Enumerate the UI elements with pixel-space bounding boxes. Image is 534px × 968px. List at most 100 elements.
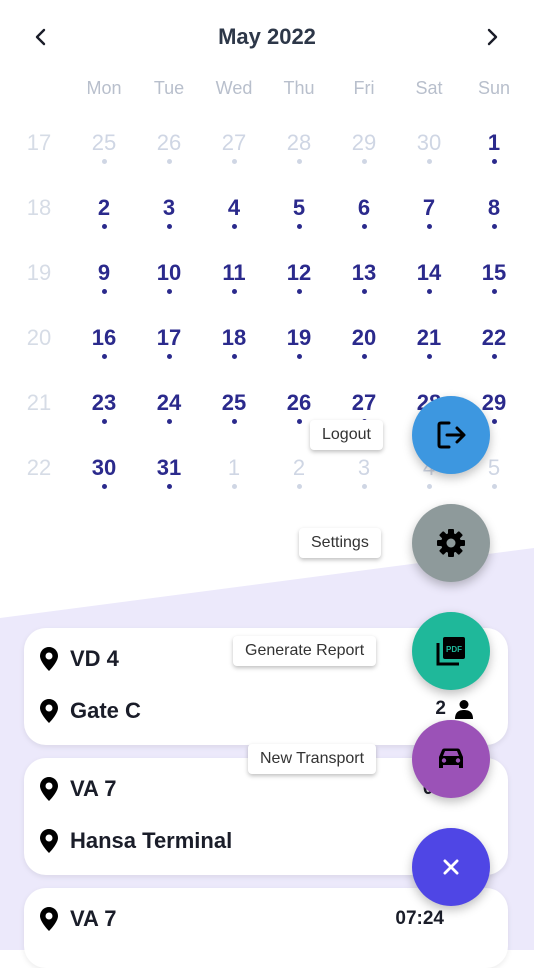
event-dot — [101, 354, 107, 359]
calendar-day[interactable]: 30 — [74, 455, 134, 505]
calendar-day[interactable]: 1 — [464, 130, 524, 180]
event-dot — [166, 224, 172, 229]
calendar-day[interactable]: 9 — [74, 260, 134, 310]
calendar-day[interactable]: 21 — [399, 325, 459, 375]
calendar-day[interactable]: 16 — [74, 325, 134, 375]
calendar-day[interactable]: 18 — [204, 325, 264, 375]
calendar-day[interactable]: 19 — [269, 325, 329, 375]
calendar-day[interactable]: 25 — [204, 390, 264, 440]
weekday-label: Fri — [353, 78, 375, 98]
calendar-day[interactable]: 22 — [464, 325, 524, 375]
day-number: 7 — [422, 195, 436, 220]
destination-row: Gate C — [40, 698, 141, 724]
week-number: 18 — [9, 195, 69, 245]
calendar-day[interactable]: 31 — [139, 455, 199, 505]
day-number: 30 — [416, 130, 442, 155]
svg-text:PDF: PDF — [446, 645, 462, 654]
event-dot — [426, 159, 432, 164]
calendar-day[interactable]: 26 — [139, 130, 199, 180]
calendar-day[interactable]: 14 — [399, 260, 459, 310]
week-number: 20 — [9, 325, 69, 375]
calendar-day[interactable]: 2 — [269, 455, 329, 505]
day-number: 18 — [221, 325, 247, 350]
gear-icon — [437, 529, 465, 557]
calendar-day[interactable]: 1 — [204, 455, 264, 505]
weekday-label: Sun — [477, 78, 511, 98]
calendar-day[interactable]: 24 — [139, 390, 199, 440]
week-number-label: 21 — [26, 390, 52, 415]
settings-label[interactable]: Settings — [299, 528, 381, 558]
new-transport-button[interactable] — [412, 720, 490, 798]
calendar-day[interactable]: 28 — [269, 130, 329, 180]
event-dot — [101, 484, 107, 489]
event-dot — [231, 419, 237, 424]
calendar-day[interactable]: 6 — [334, 195, 394, 245]
calendar-day[interactable]: 3 — [139, 195, 199, 245]
calendar-day[interactable]: 27 — [204, 130, 264, 180]
pdf-icon: PDF — [436, 637, 465, 666]
calendar-day[interactable]: 17 — [139, 325, 199, 375]
event-dot — [231, 224, 237, 229]
person-icon — [455, 700, 473, 719]
weekday-label: Thu — [283, 78, 315, 98]
event-dot — [101, 224, 107, 229]
calendar-day[interactable]: 11 — [204, 260, 264, 310]
weekday-label: Tue — [153, 78, 185, 98]
weekday-label: Wed — [215, 78, 253, 98]
close-menu-button[interactable] — [412, 828, 490, 906]
event-dot — [491, 354, 497, 359]
destination-label: Hansa Terminal — [70, 828, 233, 853]
calendar-day[interactable]: 29 — [334, 130, 394, 180]
event-dot — [491, 484, 497, 489]
day-number: 4 — [227, 195, 241, 220]
close-icon — [443, 859, 459, 875]
calendar-day[interactable]: 20 — [334, 325, 394, 375]
event-dot — [361, 484, 367, 489]
day-number: 25 — [221, 390, 247, 415]
settings-button[interactable] — [412, 504, 490, 582]
origin-label: VA 7 — [70, 906, 117, 931]
day-number: 1 — [227, 455, 241, 480]
day-number: 20 — [351, 325, 377, 350]
day-number: 11 — [222, 260, 246, 285]
origin-row: VA 7 — [40, 776, 116, 802]
event-dot — [361, 159, 367, 164]
location-pin-icon — [40, 907, 58, 931]
event-dot — [296, 354, 302, 359]
week-number-label: 18 — [26, 195, 52, 220]
logout-label[interactable]: Logout — [310, 420, 383, 450]
new-transport-label[interactable]: New Transport — [248, 744, 377, 774]
calendar-day[interactable]: 10 — [139, 260, 199, 310]
event-dot — [231, 484, 237, 489]
calendar-day[interactable]: 25 — [74, 130, 134, 180]
event-dot — [426, 224, 432, 229]
day-number: 10 — [156, 260, 182, 285]
calendar-day[interactable]: 15 — [464, 260, 524, 310]
event-dot — [361, 289, 367, 294]
location-pin-icon — [40, 777, 58, 801]
day-number: 26 — [286, 390, 312, 415]
calendar-day[interactable]: 7 — [399, 195, 459, 245]
location-pin-icon — [40, 647, 58, 671]
calendar-day[interactable]: 8 — [464, 195, 524, 245]
calendar-day[interactable]: 30 — [399, 130, 459, 180]
day-number: 12 — [286, 260, 312, 285]
next-month-button[interactable] — [475, 20, 509, 54]
calendar-day[interactable]: 4 — [204, 195, 264, 245]
calendar-day[interactable]: 5 — [269, 195, 329, 245]
origin-label: VA 7 — [70, 776, 117, 801]
week-number: 19 — [9, 260, 69, 310]
calendar-day[interactable]: 2 — [74, 195, 134, 245]
logout-button[interactable] — [412, 396, 490, 474]
calendar-day[interactable]: 13 — [334, 260, 394, 310]
generate-report-button[interactable]: PDF — [412, 612, 490, 690]
chevron-right-icon — [487, 28, 498, 46]
calendar-day[interactable]: 3 — [334, 455, 394, 505]
calendar-day[interactable]: 23 — [74, 390, 134, 440]
generate-report-label[interactable]: Generate Report — [233, 636, 377, 666]
passenger-count: 2 — [435, 698, 474, 720]
location-pin-icon — [40, 829, 58, 853]
calendar-day[interactable]: 12 — [269, 260, 329, 310]
event-dot — [296, 159, 302, 164]
day-number: 2 — [292, 455, 306, 480]
